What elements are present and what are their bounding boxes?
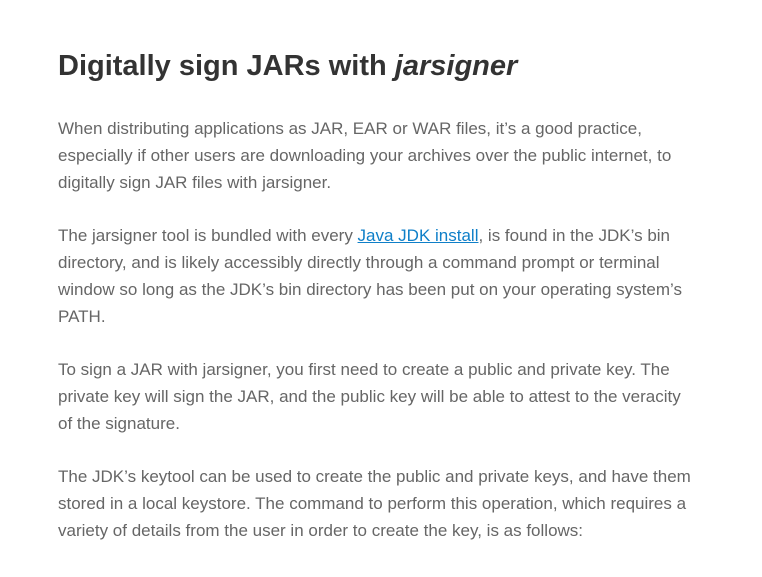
paragraph-intro: When distributing applications as JAR, E… — [58, 119, 672, 192]
paragraph-text-before-link: The jarsigner tool is bundled with every — [58, 226, 358, 245]
article-body: Digitally sign JARs with jarsigner When … — [58, 44, 698, 544]
title-emphasis-text: jarsigner — [394, 50, 518, 82]
article-title: Digitally sign JARs with jarsigner — [58, 44, 698, 88]
java-jdk-install-link[interactable]: Java JDK install — [358, 226, 479, 245]
title-main-text: Digitally sign JARs with — [58, 50, 395, 82]
paragraph-jarsigner-tool: The jarsigner tool is bundled with every… — [58, 222, 698, 330]
paragraph-keytool: The JDK’s keytool can be used to create … — [58, 467, 691, 540]
paragraph-sign-keys: To sign a JAR with jarsigner, you first … — [58, 360, 681, 433]
